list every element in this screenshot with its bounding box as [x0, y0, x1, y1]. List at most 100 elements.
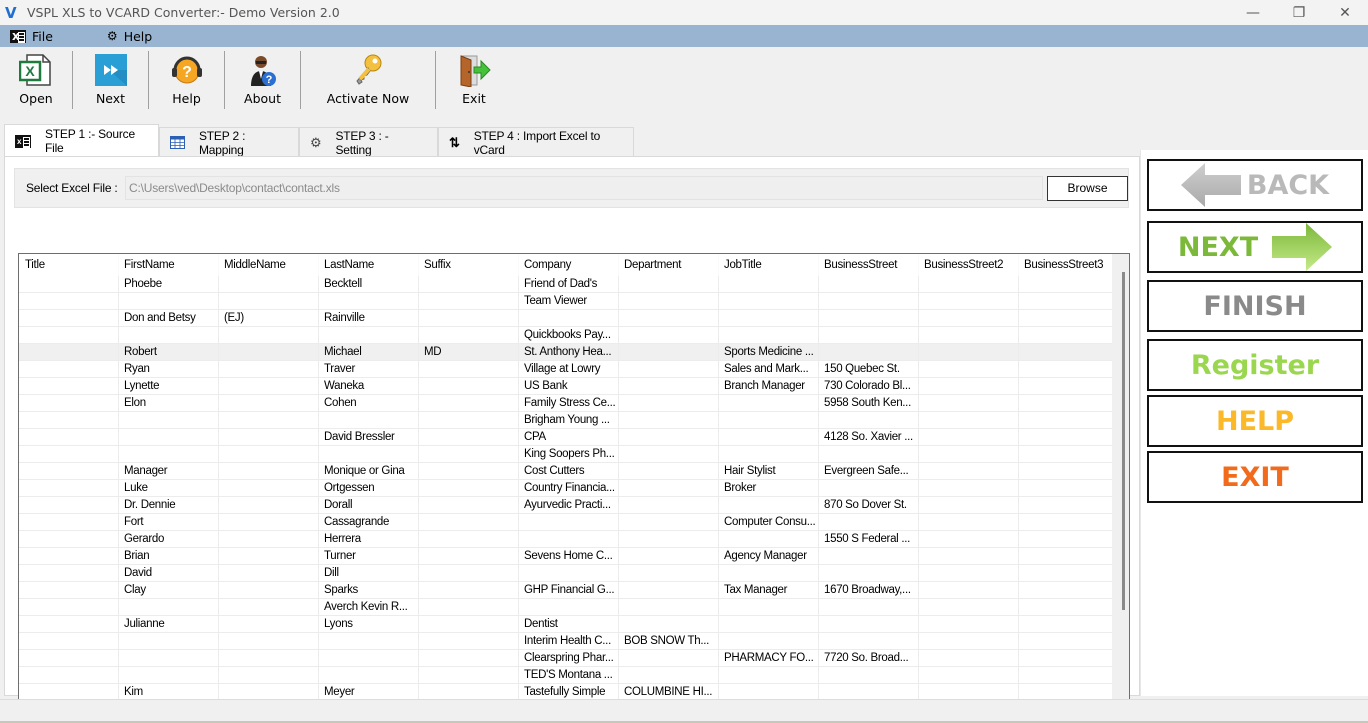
table-cell[interactable]: Clay: [119, 582, 219, 598]
table-cell[interactable]: Manager: [119, 463, 219, 479]
finish-button[interactable]: FINISH: [1147, 280, 1363, 332]
table-cell[interactable]: [619, 276, 719, 292]
table-cell[interactable]: Team Viewer: [519, 293, 619, 309]
table-cell[interactable]: Evergreen Safe...: [819, 463, 919, 479]
table-cell[interactable]: Ayurvedic Practi...: [519, 497, 619, 513]
table-cell[interactable]: [1019, 565, 1112, 581]
column-header[interactable]: Suffix: [419, 254, 519, 276]
table-cell[interactable]: [919, 378, 1019, 394]
table-cell[interactable]: [619, 565, 719, 581]
table-row[interactable]: Don and Betsy (EJ) Rainville: [19, 310, 1112, 327]
table-cell[interactable]: Waneka: [319, 378, 419, 394]
table-cell[interactable]: Turner: [319, 548, 419, 564]
table-cell[interactable]: [819, 548, 919, 564]
table-cell[interactable]: Sevens Home C...: [519, 548, 619, 564]
restore-button[interactable]: ❐: [1276, 0, 1322, 25]
table-cell[interactable]: Sales and Mark...: [719, 361, 819, 377]
tab-step-2-mapping[interactable]: STEP 2 : Mapping: [159, 127, 299, 157]
table-cell[interactable]: [319, 650, 419, 666]
table-cell[interactable]: CPA: [519, 429, 619, 445]
table-cell[interactable]: [1019, 616, 1112, 632]
table-cell[interactable]: [419, 395, 519, 411]
table-row[interactable]: David Dill: [19, 565, 1112, 582]
table-cell[interactable]: Dill: [319, 565, 419, 581]
table-cell[interactable]: [719, 667, 819, 683]
table-cell[interactable]: [619, 514, 719, 530]
table-cell[interactable]: [619, 616, 719, 632]
table-cell[interactable]: [619, 395, 719, 411]
table-cell[interactable]: Meyer: [319, 684, 419, 700]
table-cell[interactable]: MD: [419, 344, 519, 360]
table-cell[interactable]: [919, 293, 1019, 309]
table-cell[interactable]: [119, 667, 219, 683]
table-cell[interactable]: [1019, 378, 1112, 394]
table-cell[interactable]: [919, 310, 1019, 326]
table-cell[interactable]: [19, 429, 119, 445]
table-cell[interactable]: [719, 310, 819, 326]
table-cell[interactable]: [219, 293, 319, 309]
table-row[interactable]: Luke Ortgessen Country Financia... Broker: [19, 480, 1112, 497]
table-cell[interactable]: Sports Medicine ...: [719, 344, 819, 360]
table-cell[interactable]: [1019, 633, 1112, 649]
table-cell[interactable]: [19, 497, 119, 513]
table-cell[interactable]: Michael: [319, 344, 419, 360]
table-cell[interactable]: [619, 497, 719, 513]
table-row[interactable]: Quickbooks Pay...: [19, 327, 1112, 344]
table-row[interactable]: Fort Cassagrande Computer Consu...: [19, 514, 1112, 531]
table-cell[interactable]: [719, 633, 819, 649]
table-cell[interactable]: [219, 616, 319, 632]
table-cell[interactable]: Sparks: [319, 582, 419, 598]
table-cell[interactable]: Friend of Dad's: [519, 276, 619, 292]
table-cell[interactable]: (EJ): [219, 310, 319, 326]
table-cell[interactable]: [219, 361, 319, 377]
table-cell[interactable]: [1019, 650, 1112, 666]
table-cell[interactable]: [719, 429, 819, 445]
table-cell[interactable]: [19, 276, 119, 292]
table-cell[interactable]: Ortgessen: [319, 480, 419, 496]
table-cell[interactable]: [619, 412, 719, 428]
table-cell[interactable]: [1019, 480, 1112, 496]
table-row[interactable]: Manager Monique or Gina Cost Cutters Hair S…: [19, 463, 1112, 480]
table-cell[interactable]: [719, 497, 819, 513]
table-cell[interactable]: [1019, 446, 1112, 462]
column-header[interactable]: JobTitle: [719, 254, 819, 276]
table-cell[interactable]: [819, 327, 919, 343]
table-row[interactable]: Elon Cohen Family Stress Ce... 5958 South K…: [19, 395, 1112, 412]
table-cell[interactable]: [1019, 514, 1112, 530]
table-cell[interactable]: [19, 667, 119, 683]
table-cell[interactable]: [819, 684, 919, 700]
table-cell[interactable]: [419, 276, 519, 292]
exit-button[interactable]: EXIT: [1147, 451, 1363, 503]
table-cell[interactable]: Family Stress Ce...: [519, 395, 619, 411]
table-cell[interactable]: Agency Manager: [719, 548, 819, 564]
table-cell[interactable]: [19, 395, 119, 411]
table-cell[interactable]: [919, 327, 1019, 343]
table-cell[interactable]: [219, 276, 319, 292]
table-cell[interactable]: Lyons: [319, 616, 419, 632]
table-cell[interactable]: [19, 565, 119, 581]
table-cell[interactable]: [919, 395, 1019, 411]
table-cell[interactable]: PHARMACY FO...: [719, 650, 819, 666]
table-cell[interactable]: [719, 412, 819, 428]
table-cell[interactable]: [419, 684, 519, 700]
table-cell[interactable]: [919, 514, 1019, 530]
table-cell[interactable]: [719, 276, 819, 292]
table-row[interactable]: Ryan Traver Village at Lowry Sales and Mark…: [19, 361, 1112, 378]
table-cell[interactable]: [419, 548, 519, 564]
table-row[interactable]: Brian Turner Sevens Home C... Agency Manage…: [19, 548, 1112, 565]
table-cell[interactable]: [519, 531, 619, 547]
table-cell[interactable]: [419, 463, 519, 479]
table-cell[interactable]: [819, 446, 919, 462]
table-cell[interactable]: [219, 633, 319, 649]
table-cell[interactable]: [19, 412, 119, 428]
table-row[interactable]: Team Viewer: [19, 293, 1112, 310]
next-button[interactable]: NEXT: [1147, 221, 1363, 273]
column-header[interactable]: BusinessStreet3: [1019, 254, 1112, 276]
table-cell[interactable]: [819, 293, 919, 309]
table-cell[interactable]: [219, 378, 319, 394]
table-cell[interactable]: [1019, 531, 1112, 547]
table-row[interactable]: Robert Michael MD St. Anthony Hea... Sports …: [19, 344, 1112, 361]
table-cell[interactable]: [419, 361, 519, 377]
table-row[interactable]: Clay Sparks GHP Financial G... Tax Manager 1…: [19, 582, 1112, 599]
table-cell[interactable]: [719, 684, 819, 700]
